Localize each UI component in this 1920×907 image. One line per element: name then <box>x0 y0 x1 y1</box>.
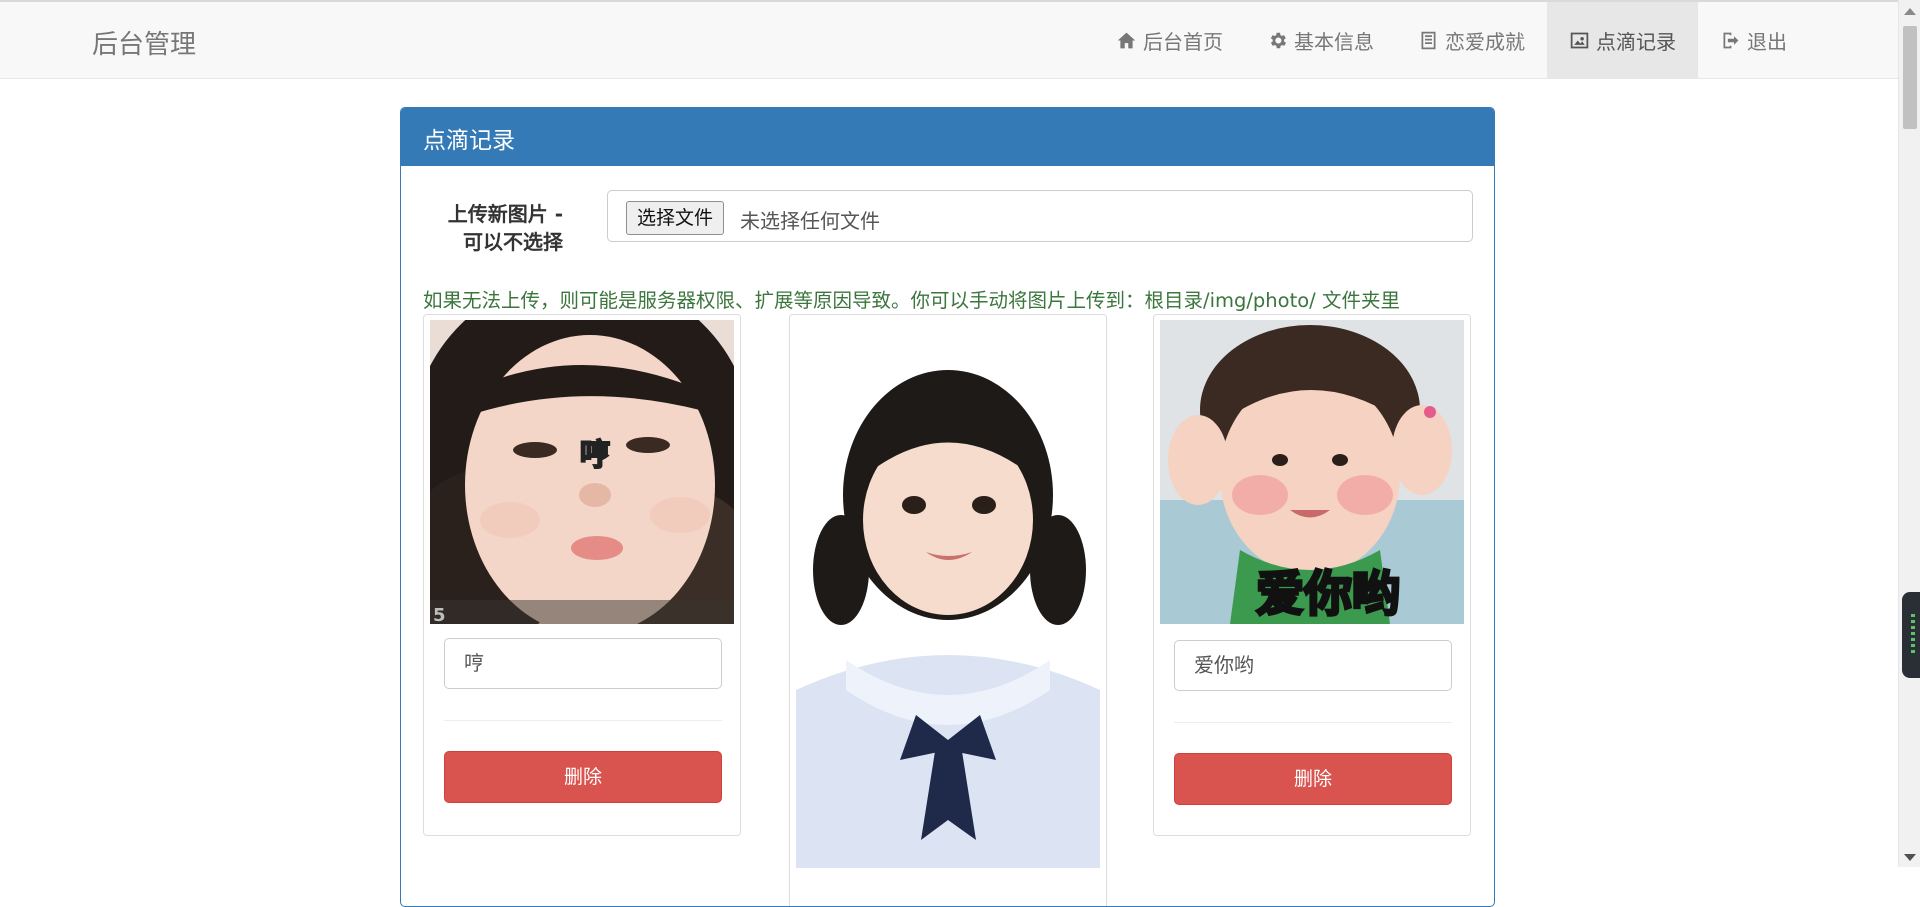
nav-item-label: 点滴记录 <box>1596 30 1676 54</box>
level-bars-icon <box>1911 614 1915 654</box>
scrollbar-thumb[interactable] <box>1903 26 1917 129</box>
list-icon <box>1421 31 1436 50</box>
nav-item-label: 退出 <box>1747 30 1787 54</box>
photo-overlay-text: 爱你哟 <box>1256 566 1400 622</box>
navbar-menu: 后台首页 基本信息 恋爱成就 点滴记录 退出 <box>1094 2 1809 79</box>
top-navbar: 后台管理 后台首页 基本信息 恋爱成就 点滴记录 退出 <box>0 0 1898 79</box>
divider <box>444 720 722 721</box>
file-status-text: 未选择任何文件 <box>740 209 880 233</box>
photo-image <box>796 320 1100 868</box>
choose-file-button[interactable]: 选择文件 <box>626 201 725 235</box>
photo-card <box>789 314 1107 906</box>
nav-item-records[interactable]: 点滴记录 <box>1547 2 1698 79</box>
scroll-up-arrow-icon[interactable] <box>1904 8 1916 15</box>
divider <box>1174 722 1452 723</box>
caption-input[interactable]: 爱你哟 <box>1174 640 1452 691</box>
nav-item-logout[interactable]: 退出 <box>1698 2 1809 79</box>
page-scrollbar[interactable] <box>1898 0 1920 867</box>
upload-label-line-1: 上传新图片 - <box>447 202 563 226</box>
nav-item-label: 恋爱成就 <box>1445 30 1525 54</box>
nav-item-basic-info[interactable]: 基本信息 <box>1245 2 1396 79</box>
scroll-down-arrow-icon[interactable] <box>1904 854 1916 861</box>
records-panel: 点滴记录 上传新图片 - 可以不选择 选择文件 未选择任何文件 如果无法上传，则… <box>400 107 1495 907</box>
floating-side-widget[interactable] <box>1902 592 1920 678</box>
delete-button[interactable]: 删除 <box>1174 753 1452 805</box>
logout-icon <box>1723 32 1739 49</box>
photo-card: 爱你哟 爱你哟 删除 <box>1153 314 1471 836</box>
nav-item-label: 后台首页 <box>1143 30 1223 54</box>
picture-icon <box>1570 32 1589 49</box>
nav-item-label: 基本信息 <box>1294 30 1374 54</box>
upload-help-text: 如果无法上传，则可能是服务器权限、扩展等原因导致。你可以手动将图片上传到：根目录… <box>423 289 1400 312</box>
home-icon <box>1117 32 1136 49</box>
photo-overlay-text: 哼 <box>580 438 610 473</box>
upload-label-line-2: 可以不选择 <box>463 230 563 254</box>
panel-title: 点滴记录 <box>401 108 1494 166</box>
gear-icon <box>1270 32 1286 49</box>
file-upload-field[interactable]: 选择文件 未选择任何文件 <box>607 190 1473 242</box>
nav-item-achievements[interactable]: 恋爱成就 <box>1396 2 1547 79</box>
photo-image: 爱你哟 <box>1160 320 1464 624</box>
delete-button[interactable]: 删除 <box>444 751 722 803</box>
photo-card: 哼 5 哼 删除 <box>423 314 741 836</box>
caption-input[interactable]: 哼 <box>444 638 722 689</box>
photo-corner-mark: 5 <box>433 605 446 624</box>
upload-label: 上传新图片 - 可以不选择 <box>421 200 563 256</box>
photo-image: 哼 5 <box>430 320 734 624</box>
navbar-brand[interactable]: 后台管理 <box>92 24 196 61</box>
nav-item-home[interactable]: 后台首页 <box>1094 2 1245 79</box>
